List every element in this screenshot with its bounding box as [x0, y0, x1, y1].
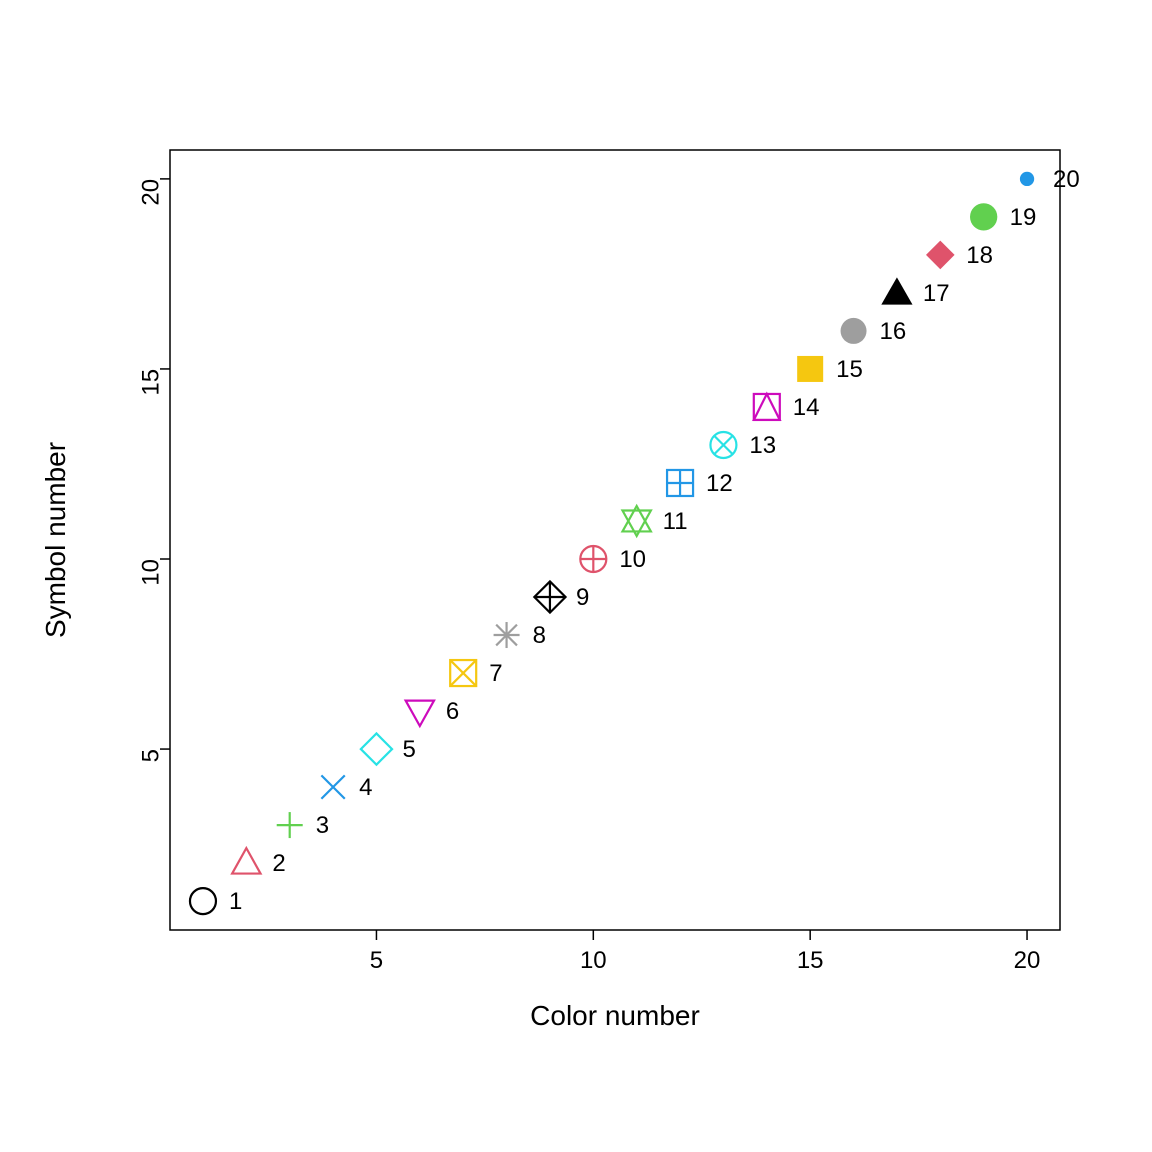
data-point [321, 775, 344, 798]
point-label: 3 [316, 812, 329, 839]
data-point [450, 660, 476, 686]
point-label: 16 [880, 318, 907, 345]
data-point [1020, 172, 1034, 186]
data-point [361, 733, 392, 764]
data-point [580, 546, 606, 572]
point-label: 11 [663, 508, 688, 535]
point-label: 19 [1010, 204, 1037, 231]
point-label: 15 [836, 356, 863, 383]
point-label: 14 [793, 394, 820, 421]
data-point [622, 506, 650, 536]
data-point [190, 888, 216, 914]
y-tick-label: 20 [137, 179, 164, 206]
data-point [970, 203, 997, 230]
data-point [881, 277, 912, 304]
point-label: 12 [706, 470, 733, 497]
point-label: 5 [402, 736, 415, 763]
point-label: 4 [359, 774, 372, 801]
point-label: 18 [966, 242, 993, 269]
chart-svg: 51015205101520Color numberSymbol number1… [0, 0, 1152, 1152]
data-point [406, 701, 434, 726]
y-axis-label: Symbol number [40, 442, 71, 638]
point-label: 9 [576, 584, 589, 611]
point-label: 10 [619, 546, 646, 573]
y-tick-label: 10 [137, 559, 164, 586]
y-tick-label: 5 [137, 749, 164, 762]
chart-container: 51015205101520Color numberSymbol number1… [0, 0, 1152, 1152]
data-point [797, 356, 823, 382]
y-tick-label: 15 [137, 369, 164, 396]
data-point [754, 394, 780, 420]
data-point [667, 470, 693, 496]
point-label: 8 [533, 622, 546, 649]
x-tick-label: 5 [370, 947, 383, 974]
point-label: 7 [489, 660, 502, 687]
data-point [841, 318, 867, 344]
point-label: 20 [1053, 166, 1080, 193]
point-label: 6 [446, 698, 459, 725]
x-axis-label: Color number [530, 1000, 700, 1031]
x-tick-label: 15 [797, 947, 824, 974]
data-point [494, 622, 520, 648]
point-label: 1 [229, 888, 242, 915]
point-label: 13 [749, 432, 776, 459]
data-point [926, 241, 955, 270]
data-point [534, 581, 565, 612]
plot-frame [170, 150, 1060, 930]
data-point [232, 848, 260, 873]
point-label: 17 [923, 280, 950, 307]
x-tick-label: 20 [1014, 947, 1041, 974]
data-point [277, 812, 303, 838]
x-tick-label: 10 [580, 947, 607, 974]
point-label: 2 [272, 850, 285, 877]
data-point [710, 432, 736, 458]
